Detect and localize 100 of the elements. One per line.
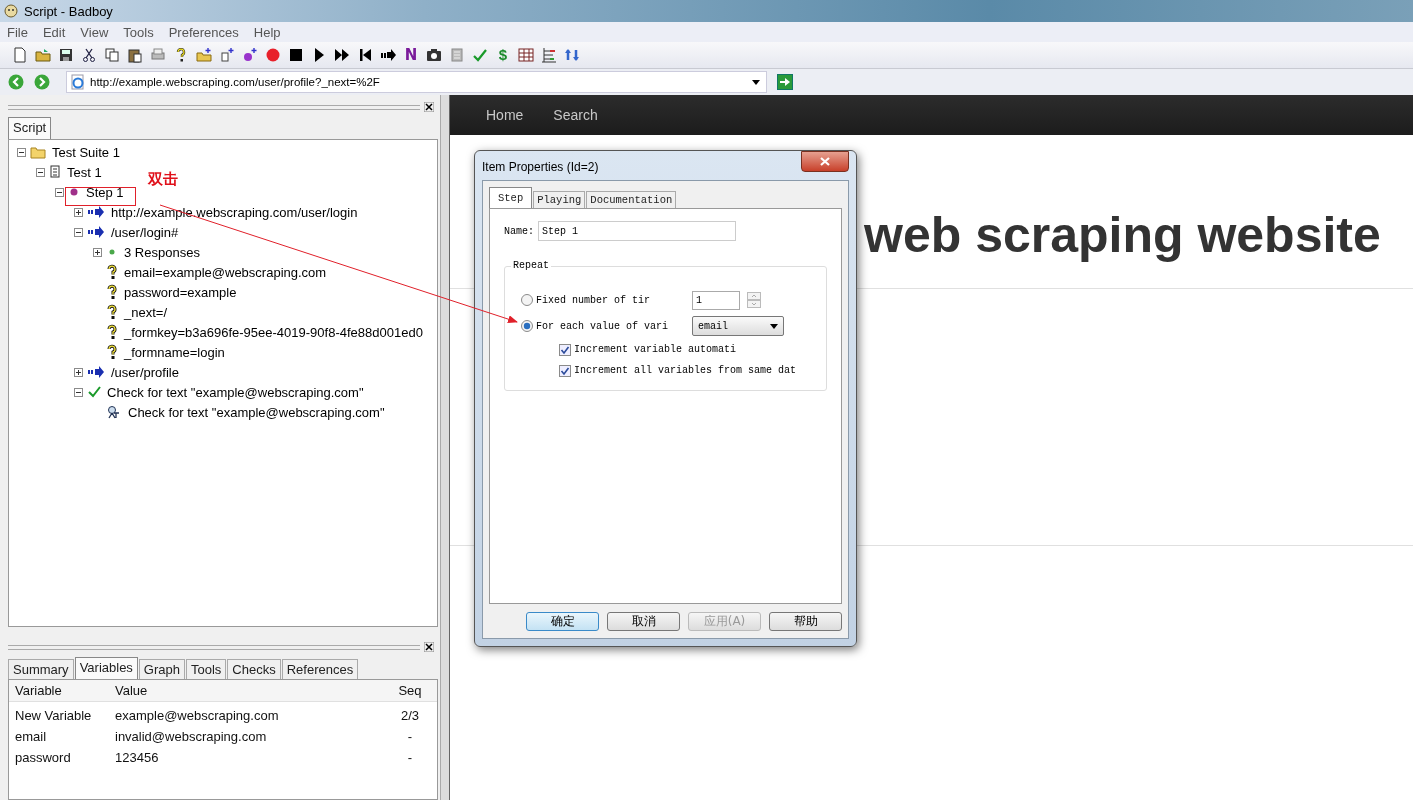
url-text: http://example.webscraping.com/user/profile?_next=%2F xyxy=(90,76,381,88)
menu-item[interactable]: View xyxy=(80,24,109,40)
tab[interactable]: Playing xyxy=(533,191,586,208)
close-icon[interactable] xyxy=(424,642,434,652)
tree-item[interactable]: Check for text "example@webscraping.com" xyxy=(126,404,387,420)
tree-item[interactable]: Step 1 xyxy=(84,184,126,200)
toolbar-button[interactable]: N xyxy=(403,47,419,63)
save-icon[interactable] xyxy=(58,47,74,63)
tree-item[interactable]: Test Suite 1 xyxy=(50,144,122,160)
tree-item[interactable]: /user/login# xyxy=(109,224,181,240)
dialog-button[interactable]: 确定 xyxy=(526,612,599,631)
camera-icon[interactable] xyxy=(426,47,442,63)
tab[interactable]: Summary xyxy=(8,659,74,679)
collapse-icon[interactable] xyxy=(55,187,64,197)
tree-item[interactable]: /user/profile xyxy=(109,364,181,380)
splitter[interactable] xyxy=(440,95,450,800)
nav-link[interactable]: Home xyxy=(486,107,524,123)
column-header[interactable]: Variable xyxy=(9,683,115,698)
table-icon[interactable] xyxy=(518,47,534,63)
tree-item[interactable]: 3 Responses xyxy=(122,244,202,260)
copy-icon[interactable] xyxy=(104,47,120,63)
arrow-icon xyxy=(87,224,105,240)
tab[interactable]: Step xyxy=(489,187,533,208)
new-step-icon[interactable] xyxy=(242,47,258,63)
radio-button[interactable] xyxy=(521,320,533,332)
question-icon xyxy=(106,324,118,340)
record-icon[interactable] xyxy=(265,47,281,63)
radio-button[interactable] xyxy=(521,294,533,306)
expand-icon[interactable] xyxy=(74,207,83,217)
tree-item[interactable]: _next=/ xyxy=(122,304,169,320)
back-icon[interactable] xyxy=(8,74,24,90)
menu-item[interactable]: Help xyxy=(253,24,281,40)
cut-icon[interactable] xyxy=(81,47,97,63)
variable-dropdown[interactable]: email xyxy=(692,316,784,336)
folder-icon xyxy=(30,144,46,160)
collapse-icon[interactable] xyxy=(74,387,83,397)
table-cell-text: - xyxy=(406,729,414,744)
tree-item[interactable]: _formname=login xyxy=(122,344,227,360)
arrow-icon[interactable] xyxy=(380,47,396,63)
paste-icon[interactable] xyxy=(127,47,143,63)
dropdown-arrow-icon[interactable] xyxy=(752,79,760,85)
new-document-icon[interactable] xyxy=(12,47,28,63)
table-cell-text: - xyxy=(406,750,414,765)
checkbox[interactable] xyxy=(559,343,571,356)
tab[interactable]: Documentation xyxy=(586,191,677,208)
url-field[interactable]: http://example.webscraping.com/user/profile?_next=%2F xyxy=(66,71,767,93)
dialog-button[interactable]: 取消 xyxy=(607,612,680,631)
tab[interactable]: Variables xyxy=(74,657,138,679)
table-cell-text: 123456 xyxy=(115,750,160,765)
tree-item[interactable]: Test 1 xyxy=(65,164,104,180)
table-cell-text: invalid@webscraping.com xyxy=(115,729,268,744)
collapse-icon[interactable] xyxy=(17,147,26,157)
name-field[interactable]: Step 1 xyxy=(538,221,736,241)
menu-item[interactable]: Preferences xyxy=(168,24,239,40)
table-cell-text: 2/3 xyxy=(399,708,421,723)
number-field[interactable]: 1 xyxy=(692,290,740,310)
close-icon[interactable] xyxy=(424,102,434,112)
column-header[interactable]: Seq xyxy=(395,683,425,698)
tab[interactable]: Graph xyxy=(138,659,185,679)
skip-back-icon[interactable] xyxy=(357,47,373,63)
forward-icon[interactable] xyxy=(34,74,50,90)
arrow-icon xyxy=(87,204,105,220)
table-cell-text: New Variable xyxy=(14,708,93,723)
check-icon[interactable] xyxy=(472,47,488,63)
nav-link[interactable]: Search xyxy=(553,107,598,123)
tree-icon[interactable] xyxy=(541,47,557,63)
table-cell-text: example@webscraping.com xyxy=(115,708,280,723)
toolbar-button[interactable]: $ xyxy=(495,47,511,63)
checkbox-label: Increment all variables from same dat xyxy=(574,365,797,376)
column-header[interactable]: Value xyxy=(115,683,395,698)
checkbox[interactable] xyxy=(559,364,571,377)
question-icon xyxy=(106,284,118,300)
printer-icon[interactable] xyxy=(150,47,166,63)
new-folder-icon[interactable] xyxy=(196,47,212,63)
go-icon[interactable] xyxy=(777,74,793,90)
new-page-icon[interactable] xyxy=(219,47,235,63)
checkbox-label: Increment variable automati xyxy=(574,344,737,355)
tab[interactable]: References xyxy=(281,659,359,679)
collapse-icon[interactable] xyxy=(74,227,83,237)
radio-label: Fixed number of tir xyxy=(536,294,652,306)
close-button[interactable] xyxy=(801,150,849,172)
tab[interactable]: Checks xyxy=(227,659,281,679)
window-title: Script - Badboy xyxy=(24,3,113,19)
tree-item[interactable]: _formkey=b3a696fe-95ee-4019-90f8-4fe88d001ed0 xyxy=(122,324,425,340)
open-folder-icon[interactable] xyxy=(35,47,51,63)
tree-item[interactable]: password=example xyxy=(122,284,239,300)
menu-item[interactable]: Tools xyxy=(123,24,154,40)
tab[interactable]: Tools xyxy=(186,659,227,679)
stop-icon[interactable] xyxy=(288,47,304,63)
menu-item[interactable]: Edit xyxy=(42,24,66,40)
menu-item[interactable]: File xyxy=(7,24,28,40)
fast-forward-icon[interactable] xyxy=(334,47,350,63)
tree-item[interactable]: email=example@webscraping.com xyxy=(122,264,329,280)
dialog-title: Item Properties (Id=2) xyxy=(482,159,599,174)
tab[interactable]: Script xyxy=(8,117,52,139)
tree-item[interactable]: Check for text "example@webscraping.com" xyxy=(105,384,366,400)
expand-icon[interactable] xyxy=(74,367,83,377)
dialog-button[interactable]: 帮助 xyxy=(769,612,842,631)
expand-icon[interactable] xyxy=(93,247,102,257)
collapse-icon[interactable] xyxy=(36,167,45,177)
